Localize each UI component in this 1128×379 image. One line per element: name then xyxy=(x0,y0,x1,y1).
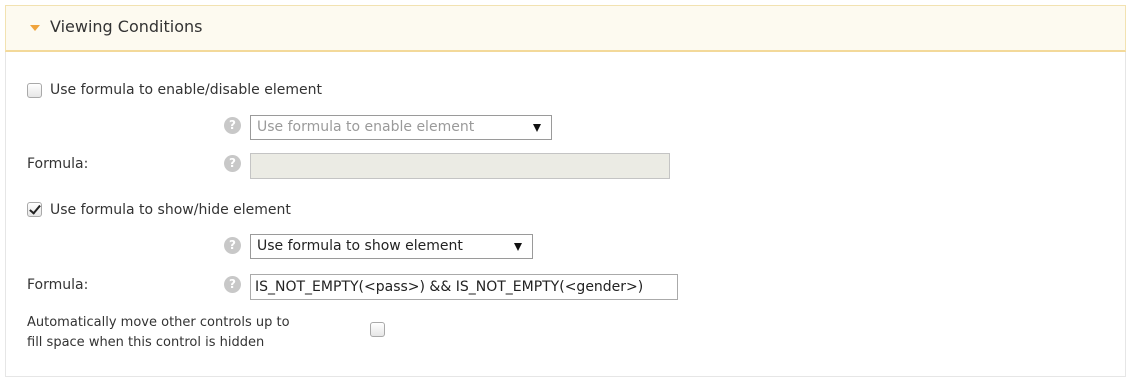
dropdown-arrow-icon xyxy=(514,243,522,251)
dropdown-arrow-icon xyxy=(533,124,541,132)
auto-move-label-line1: Automatically move other controls up to xyxy=(27,315,290,330)
auto-move-checkbox[interactable] xyxy=(370,322,385,337)
help-icon[interactable]: ? xyxy=(224,117,241,134)
enable-formula-select[interactable]: Use formula to enable element xyxy=(250,115,552,140)
show-formula-input[interactable]: IS_NOT_EMPTY(<pass>) && IS_NOT_EMPTY(<ge… xyxy=(250,274,678,300)
show-hide-checkbox[interactable] xyxy=(27,202,42,217)
enable-formula-label: Formula: xyxy=(27,156,89,172)
show-formula-select-value: Use formula to show element xyxy=(257,238,463,254)
enable-formula-input[interactable] xyxy=(250,153,670,179)
enable-disable-checkbox[interactable] xyxy=(27,83,42,98)
help-icon[interactable]: ? xyxy=(224,237,241,254)
help-icon[interactable]: ? xyxy=(224,155,241,172)
enable-disable-label: Use formula to enable/disable element xyxy=(50,82,322,98)
section-title: Viewing Conditions xyxy=(50,17,203,36)
show-formula-select[interactable]: Use formula to show element xyxy=(250,234,533,259)
caret-down-icon[interactable] xyxy=(30,25,40,31)
show-hide-label: Use formula to show/hide element xyxy=(50,202,291,218)
show-formula-label: Formula: xyxy=(27,277,89,293)
auto-move-label-line2: fill space when this control is hidden xyxy=(27,335,265,350)
enable-formula-select-value: Use formula to enable element xyxy=(257,119,475,135)
help-icon[interactable]: ? xyxy=(224,276,241,293)
